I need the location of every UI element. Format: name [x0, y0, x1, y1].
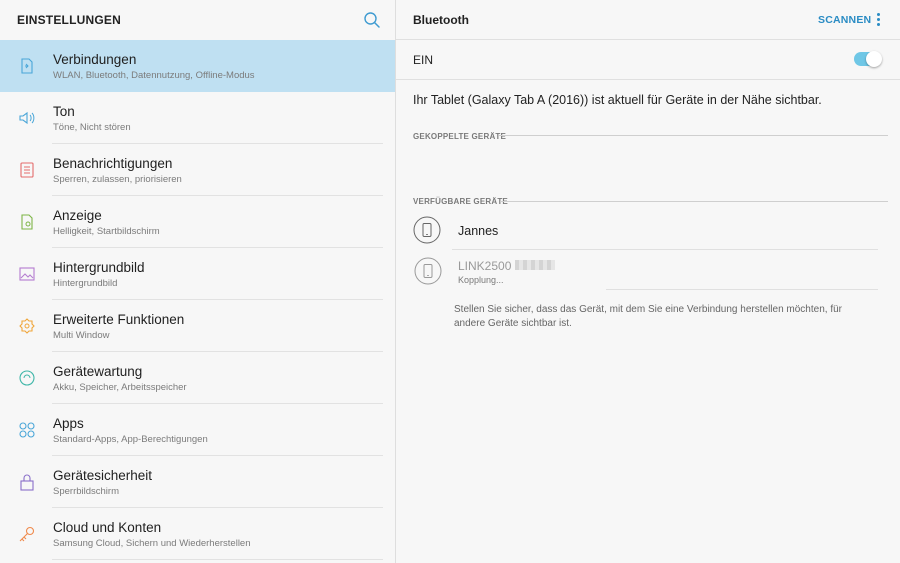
menu-item-title: Apps	[53, 416, 84, 431]
menu-item-verbindungen[interactable]: Verbindungen WLAN, Bluetooth, Datennutzu…	[0, 40, 395, 92]
settings-panel: EINSTELLUNGEN Verbindungen WLAN, Bluetoo…	[0, 0, 395, 563]
bluetooth-toggle[interactable]	[854, 51, 882, 67]
menu-item-title: Cloud und Konten	[53, 520, 162, 535]
divider	[396, 79, 900, 80]
divider	[396, 39, 900, 40]
menu-item-title: Verbindungen	[53, 52, 137, 67]
visibility-text: Ihr Tablet (Galaxy Tab A (2016)) ist akt…	[413, 93, 822, 107]
divider	[500, 201, 888, 202]
paired-devices-header: GEKOPPELTE GERÄTE	[413, 132, 507, 141]
divider	[499, 135, 888, 136]
menu-item-cloud-und-konten[interactable]: Cloud und Konten Samsung Cloud, Sichern …	[0, 508, 395, 560]
notifications-icon	[20, 162, 34, 178]
menu-item-subtitle: Töne, Nicht stören	[53, 122, 131, 133]
menu-item-geraetesicherheit[interactable]: Gerätesicherheit Sperrbildschirm	[0, 456, 395, 508]
menu-item-subtitle: Hintergrundbild	[53, 278, 118, 289]
menu-item-subtitle: WLAN, Bluetooth, Datennutzung, Offline-M…	[53, 70, 255, 81]
menu-item-title: Gerätewartung	[53, 364, 143, 379]
phone-icon	[413, 216, 441, 244]
menu-item-title: Ton	[53, 104, 75, 119]
phone-icon	[414, 257, 442, 285]
more-options-icon[interactable]	[873, 13, 883, 29]
divider	[52, 559, 383, 560]
menu-item-title: Hintergrundbild	[53, 260, 145, 275]
bluetooth-toggle-label: EIN	[413, 53, 434, 67]
menu-item-ton[interactable]: Ton Töne, Nicht stören	[0, 92, 395, 144]
speaker-icon	[19, 111, 35, 125]
bluetooth-header: Bluetooth SCANNEN	[396, 0, 900, 40]
wallpaper-icon	[19, 267, 35, 281]
device-name: LINK2500	[458, 259, 512, 273]
redacted-id	[515, 260, 555, 270]
progress-line	[606, 289, 878, 290]
advanced-features-icon	[19, 318, 35, 334]
menu-item-title: Gerätesicherheit	[53, 468, 153, 483]
device-status: Kopplung...	[458, 275, 504, 285]
menu-item-anzeige[interactable]: Anzeige Helligkeit, Startbildschirm	[0, 196, 395, 248]
connections-icon	[21, 58, 33, 74]
menu-item-title: Erweiterte Funktionen	[53, 312, 185, 327]
menu-item-subtitle: Sperren, zulassen, priorisieren	[53, 174, 182, 185]
toggle-knob	[866, 51, 882, 67]
divider	[452, 249, 878, 250]
lock-icon	[20, 474, 34, 491]
scan-button[interactable]: SCANNEN	[818, 14, 871, 26]
menu-item-subtitle: Helligkeit, Startbildschirm	[53, 226, 160, 237]
menu-item-apps[interactable]: Apps Standard-Apps, App-Berechtigungen	[0, 404, 395, 456]
menu-item-subtitle: Akku, Speicher, Arbeitsspeicher	[53, 382, 187, 393]
page-title: Bluetooth	[413, 13, 469, 27]
menu-item-geraetewartung[interactable]: Gerätewartung Akku, Speicher, Arbeitsspe…	[0, 352, 395, 404]
menu-item-benachrichtigungen[interactable]: Benachrichtigungen Sperren, zulassen, pr…	[0, 144, 395, 196]
visibility-hint: Stellen Sie sicher, dass das Gerät, mit …	[454, 304, 842, 329]
menu-item-hintergrundbild[interactable]: Hintergrundbild Hintergrundbild	[0, 248, 395, 300]
menu-item-title: Anzeige	[53, 208, 102, 223]
menu-item-subtitle: Multi Window	[53, 330, 110, 341]
menu-item-subtitle: Standard-Apps, App-Berechtigungen	[53, 434, 208, 445]
bluetooth-panel: Bluetooth SCANNEN EIN Ihr Tablet (Galaxy…	[396, 0, 900, 563]
menu-item-erweiterte-funktionen[interactable]: Erweiterte Funktionen Multi Window	[0, 300, 395, 352]
menu-item-subtitle: Sperrbildschirm	[53, 486, 119, 497]
display-icon	[21, 214, 33, 230]
settings-menu: Verbindungen WLAN, Bluetooth, Datennutzu…	[0, 40, 395, 560]
menu-item-title: Benachrichtigungen	[53, 156, 173, 171]
available-devices-header: VERFÜGBARE GERÄTE	[413, 197, 508, 206]
menu-item-subtitle: Samsung Cloud, Sichern und Wiederherstel…	[53, 538, 251, 549]
apps-icon	[19, 422, 35, 438]
settings-title: EINSTELLUNGEN	[17, 13, 121, 27]
key-icon	[19, 526, 35, 542]
settings-header: EINSTELLUNGEN	[0, 0, 395, 40]
device-maintenance-icon	[19, 370, 35, 386]
device-name: Jannes	[458, 224, 499, 238]
search-icon[interactable]	[363, 11, 381, 29]
